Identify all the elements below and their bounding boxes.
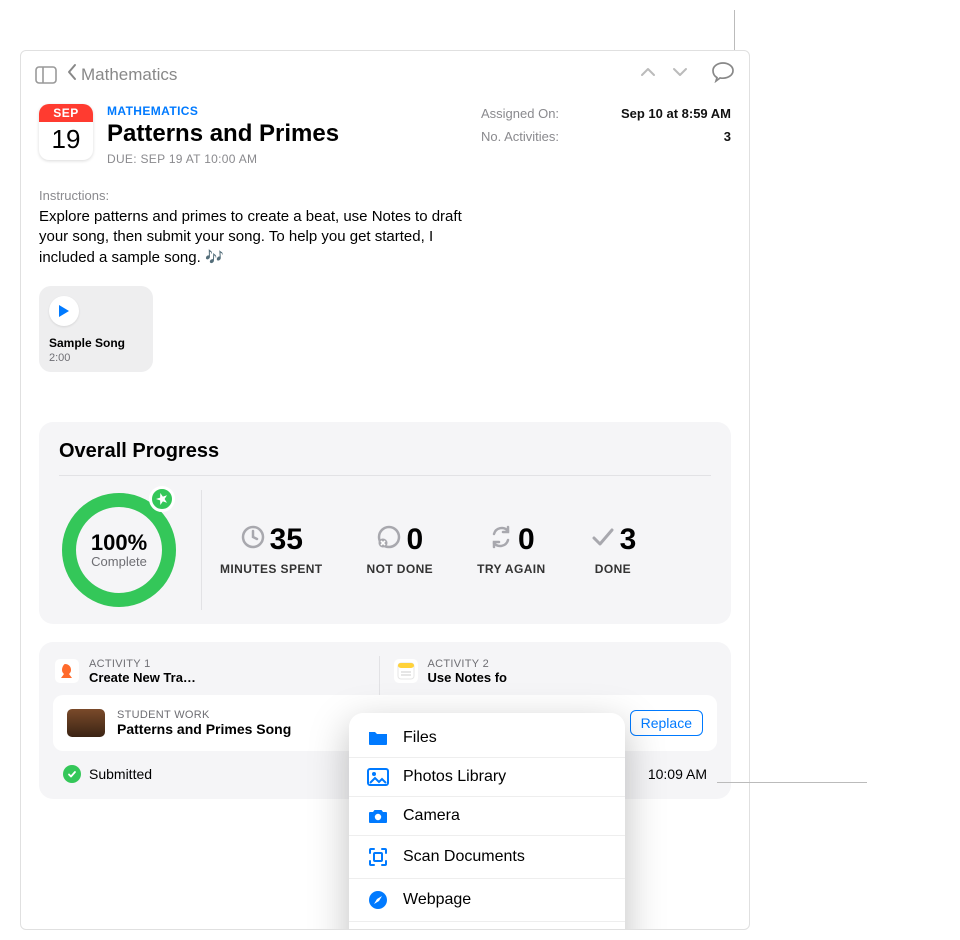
stat-try-again-label: TRY AGAIN [477, 562, 546, 576]
assignment-title: Patterns and Primes [107, 120, 481, 148]
menu-item-webpage[interactable]: Webpage [349, 878, 625, 921]
submission-status: Submitted [89, 766, 152, 782]
menu-item-photos[interactable]: Photos Library [349, 757, 625, 796]
comment-button[interactable] [711, 61, 735, 88]
overall-progress-card: Overall Progress 100% Complete [39, 422, 731, 624]
menu-item-label: Webpage [403, 891, 471, 909]
activities-count-value: 3 [724, 129, 731, 144]
prev-button[interactable] [639, 65, 657, 84]
menu-item-label: Files [403, 729, 437, 747]
activity-name: Use Notes fo [428, 670, 507, 685]
activity-item[interactable]: ACTIVITY 1 Create New Tra… [53, 656, 379, 695]
stat-done: 3 DONE [590, 524, 637, 576]
stat-minutes: 35 MINUTES SPENT [220, 524, 323, 576]
work-thumbnail [67, 709, 105, 737]
scan-icon [367, 846, 389, 868]
progress-ring: 100% Complete [59, 490, 179, 610]
assigned-on-value: Sep 10 at 8:59 AM [621, 106, 731, 121]
chevron-left-icon [65, 62, 79, 87]
folder-icon [367, 729, 389, 747]
activities-count-label: No. Activities: [481, 129, 559, 144]
stat-not-done-value: 0 [406, 525, 423, 555]
back-label: Mathematics [81, 65, 177, 85]
menu-item-scan[interactable]: Scan Documents [349, 835, 625, 878]
star-icon [149, 486, 175, 512]
play-icon [49, 296, 79, 326]
progress-percent-label: Complete [91, 554, 147, 569]
checkmark-circle-icon [63, 765, 81, 783]
instructions-label: Instructions: [21, 166, 749, 207]
refresh-icon [488, 524, 514, 556]
activity-key: ACTIVITY 2 [428, 658, 507, 670]
sidebar-toggle-icon[interactable] [35, 66, 57, 84]
student-work-name: Patterns and Primes Song [117, 721, 291, 737]
next-button[interactable] [671, 65, 689, 84]
check-icon [590, 524, 616, 556]
speech-bubble-icon [711, 61, 735, 83]
instructions-body: Explore patterns and primes to create a … [21, 207, 531, 268]
due-label: DUE: SEP 19 AT 10:00 AM [107, 152, 481, 166]
overall-progress-title: Overall Progress [59, 440, 711, 476]
stat-done-label: DONE [590, 562, 637, 576]
callout-line-right [717, 782, 867, 783]
activity-name: Create New Tra… [89, 670, 196, 685]
activity-item[interactable]: ACTIVITY 2 Use Notes fo [379, 656, 718, 695]
subject-label: MATHEMATICS [107, 104, 481, 118]
photos-icon [367, 768, 389, 786]
submission-time: 10:09 AM [648, 766, 707, 782]
assigned-on-label: Assigned On: [481, 106, 559, 121]
student-work-label: STUDENT WORK [117, 709, 291, 721]
stat-try-again: 0 TRY AGAIN [477, 524, 546, 576]
garageband-icon [55, 659, 79, 683]
camera-icon [367, 807, 389, 825]
chevron-down-icon [671, 65, 689, 79]
menu-item-label: Scan Documents [403, 848, 525, 866]
notes-icon [394, 659, 418, 683]
stat-done-value: 3 [620, 525, 637, 555]
x-circle-icon [376, 524, 402, 556]
replace-button[interactable]: Replace [630, 710, 703, 736]
menu-item-files[interactable]: Files [349, 719, 625, 757]
prev-next-group [639, 65, 689, 84]
stat-not-done-label: NOT DONE [367, 562, 434, 576]
attachment-card[interactable]: Sample Song 2:00 [39, 286, 153, 372]
compass-icon [367, 889, 389, 911]
top-bar: Mathematics [21, 51, 749, 98]
app-screen: Mathematics SEP 19 MATHEMATICS Patterns … [20, 50, 750, 930]
source-picker-menu: Files Photos Library Camera Scan Documen… [349, 713, 625, 930]
calendar-month: SEP [39, 104, 93, 122]
back-button[interactable]: Mathematics [65, 62, 177, 87]
assignment-meta: Assigned On: Sep 10 at 8:59 AM No. Activ… [481, 104, 731, 166]
stat-minutes-value: 35 [270, 525, 303, 555]
stat-try-again-value: 0 [518, 525, 535, 555]
attachment-duration: 2:00 [49, 352, 143, 364]
clock-icon [240, 524, 266, 556]
menu-item-label: Camera [403, 807, 460, 825]
menu-item-label: Photos Library [403, 768, 506, 786]
attachment-name: Sample Song [49, 336, 143, 350]
menu-item-bookmarks[interactable]: Bookmarks [349, 921, 625, 930]
calendar-day: 19 [39, 122, 93, 155]
stat-not-done: 0 NOT DONE [367, 524, 434, 576]
chevron-up-icon [639, 65, 657, 79]
progress-percent: 100% [91, 530, 147, 556]
activity-key: ACTIVITY 1 [89, 658, 196, 670]
stat-minutes-label: MINUTES SPENT [220, 562, 323, 576]
assignment-header: SEP 19 MATHEMATICS Patterns and Primes D… [21, 98, 749, 166]
menu-item-camera[interactable]: Camera [349, 796, 625, 835]
calendar-badge: SEP 19 [39, 104, 93, 160]
